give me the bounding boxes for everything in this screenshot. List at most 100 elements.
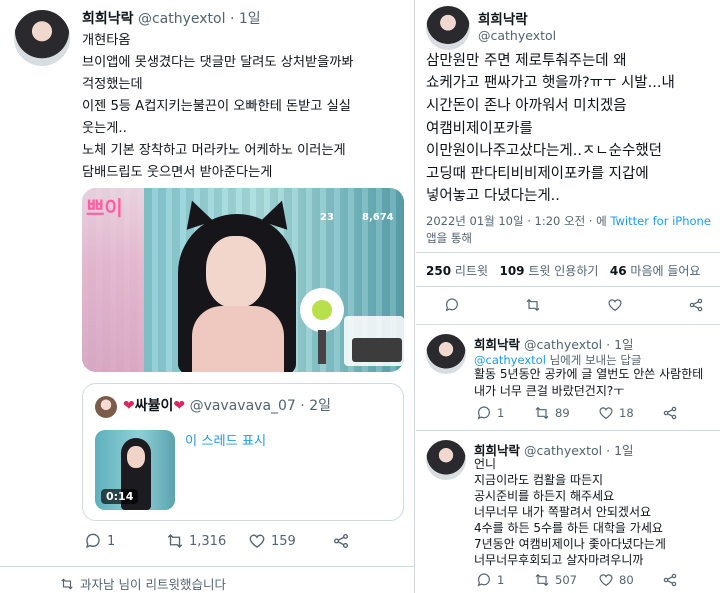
timestamp-text[interactable]: 2022년 01월 10일 · 1:20 오전 · 에 xyxy=(426,214,607,228)
retweets-count: 250 xyxy=(426,264,452,278)
retweet-button[interactable] xyxy=(525,297,541,313)
heart-counter-right: 8,674 xyxy=(362,212,394,223)
retweet-button[interactable]: 1,316 xyxy=(166,532,248,550)
reply-time[interactable]: 1일 xyxy=(614,443,633,458)
display-name[interactable]: 희희낙락 xyxy=(478,8,528,28)
quoted-display-name: 싸뷸이 xyxy=(134,398,174,414)
avatar[interactable] xyxy=(426,440,466,480)
avatar[interactable] xyxy=(426,334,466,374)
retweeted-by-label[interactable]: 과자남 님이 리트윗했습니다 xyxy=(80,574,226,593)
handle[interactable]: @cathyextol xyxy=(524,443,602,458)
source-link[interactable]: Twitter for iPhone xyxy=(610,214,711,228)
like-count: 18 xyxy=(619,406,634,420)
likes-stat[interactable]: 46 마음에 들어요 xyxy=(610,264,701,278)
microphone xyxy=(290,280,350,366)
tweet-text-line: 담배드립도 웃으면서 받아준다는게 xyxy=(82,165,273,180)
tweet-text-line: 여캠비제이포카를 xyxy=(426,121,533,137)
stream-info-box xyxy=(352,338,402,362)
reply-text-line: 너무너무 내가 쪽팔려서 안되겠서요 xyxy=(474,505,652,519)
tweet-text-line: 고딩때 판다티비비제이포카를 지갑에 xyxy=(426,166,649,182)
reply-actions: 1 507 80 xyxy=(476,572,678,588)
reply-header: 희희낙락 @cathyextol · 1일 xyxy=(474,440,634,459)
tweet-stats: 250 리트윗 109 트윗 인용하기 46 마음에 들어요 xyxy=(426,262,700,279)
quotes-stat[interactable]: 109 트윗 인용하기 xyxy=(499,264,598,278)
reply-icon xyxy=(445,298,458,312)
reply-count: 1 xyxy=(497,573,505,587)
reply-actions: 1 89 18 xyxy=(476,405,678,421)
share-icon xyxy=(663,406,677,420)
quoted-tweet[interactable]: ❤싸뷸이❤ @vavavava_07 · 2일 0:14 이 스레드 표시 xyxy=(82,383,404,521)
avatar[interactable] xyxy=(426,6,470,50)
reply-text-line: 내가 너무 큰걸 바랐던건지?ㅜ xyxy=(474,384,625,398)
tweet-image[interactable]: 쁘이 23 8,674 xyxy=(82,188,404,372)
reply-icon xyxy=(477,406,490,420)
display-name[interactable]: 희희낙락 xyxy=(474,337,520,352)
separator: · xyxy=(606,443,611,458)
tweet-text-line: 넣어놓고 다녔다는게.. xyxy=(426,188,560,204)
retweet-button[interactable]: 89 xyxy=(534,405,598,421)
tweet-header: 희희낙락 @cathyextol · 1일 xyxy=(82,10,261,28)
likes-label: 마음에 들어요 xyxy=(630,264,701,278)
share-button[interactable] xyxy=(688,297,704,313)
reply-button[interactable]: 1 xyxy=(476,572,534,588)
retweet-icon xyxy=(535,406,549,420)
tweet-text-line: 삼만원만 주면 제로투춰주는데 왜 xyxy=(426,53,627,69)
share-icon xyxy=(663,573,677,587)
tweet-text-line: 쇼케가고 팬싸가고 햇을까?ㅠㅜ 시발...내 xyxy=(426,75,675,91)
show-thread-link[interactable]: 이 스레드 표시 xyxy=(185,430,266,449)
tweet-detail-panel: 희희낙락 @cathyextol 삼만원만 주면 제로투춰주는데 왜 쇼케가고 … xyxy=(416,0,720,593)
tweet-text-line: 시간돈이 존나 아까워서 미치겠음 xyxy=(426,98,627,114)
separator: · xyxy=(229,11,235,27)
reply-header: 희희낙락 @cathyextol · 1일 xyxy=(474,334,634,353)
tweet-timestamp: 2022년 01월 10일 · 1:20 오전 · 에 Twitter for … xyxy=(426,213,711,229)
main-tweet-panel: 희희낙락 @cathyextol · 1일 개현타옴 브이앱에 못생겼다는 댓글… xyxy=(0,0,415,593)
like-button[interactable] xyxy=(607,297,623,313)
heart-icon: ❤ xyxy=(173,398,186,414)
tweet-text-line: 노체 기본 장착하고 머라카노 어케하노 이러는게 xyxy=(82,143,346,158)
reply-text-line: 너무너무후회되고 살자마려우니까 xyxy=(474,553,644,567)
retweet-button[interactable]: 507 xyxy=(534,572,598,588)
like-button[interactable]: 80 xyxy=(598,572,662,588)
heart-icon xyxy=(249,534,265,548)
reply-text-line: 언니 xyxy=(474,457,497,471)
share-button[interactable] xyxy=(662,572,678,588)
retweets-stat[interactable]: 250 리트윗 xyxy=(426,264,488,278)
divider xyxy=(416,430,720,431)
divider xyxy=(416,286,720,287)
share-button[interactable] xyxy=(332,532,350,550)
separator: · xyxy=(300,398,305,414)
heart-icon: ❤ xyxy=(123,398,135,414)
reply-button[interactable]: 1 xyxy=(84,532,166,550)
handle[interactable]: @cathyextol xyxy=(524,337,602,352)
tweet-text-line: 이만원이나주고샀다는게..ㅈㄴ순수했던 xyxy=(426,143,662,159)
reply-time[interactable]: 1일 xyxy=(614,337,633,352)
retweeted-by: 과자남 님이 리트윗했습니다 xyxy=(60,574,226,593)
like-button[interactable]: 18 xyxy=(598,405,662,421)
handle[interactable]: @cathyextol xyxy=(138,11,226,27)
retweet-icon xyxy=(167,534,183,548)
tweet-text-line: 걱정했는데 xyxy=(82,77,143,92)
share-button[interactable] xyxy=(662,405,678,421)
tweet-time[interactable]: 1일 xyxy=(239,11,261,27)
tweet-text-line: 개현타옴 xyxy=(82,33,131,48)
avatar[interactable] xyxy=(14,10,70,66)
detail-actions xyxy=(444,297,704,313)
reply-button[interactable]: 1 xyxy=(476,405,534,421)
retweet-count: 1,316 xyxy=(189,533,227,549)
reply-count: 1 xyxy=(107,533,116,549)
like-count: 159 xyxy=(271,533,296,549)
share-icon xyxy=(689,298,703,312)
quotes-count: 109 xyxy=(499,264,525,278)
reply-button[interactable] xyxy=(444,297,460,313)
display-name[interactable]: 희희낙락 xyxy=(82,11,134,27)
retweet-count: 507 xyxy=(555,573,577,587)
streamer-face xyxy=(206,236,266,308)
retweet-icon xyxy=(535,573,549,587)
reply-text-line: 7년동안 여캠비제이나 좇아다녔다는게 xyxy=(474,537,666,551)
reply-icon xyxy=(477,573,490,587)
share-icon xyxy=(333,533,349,549)
like-button[interactable]: 159 xyxy=(248,532,332,550)
quoted-avatar xyxy=(95,396,117,418)
handle[interactable]: @cathyextol xyxy=(478,28,556,43)
quoted-video-thumbnail[interactable]: 0:14 xyxy=(95,430,175,510)
